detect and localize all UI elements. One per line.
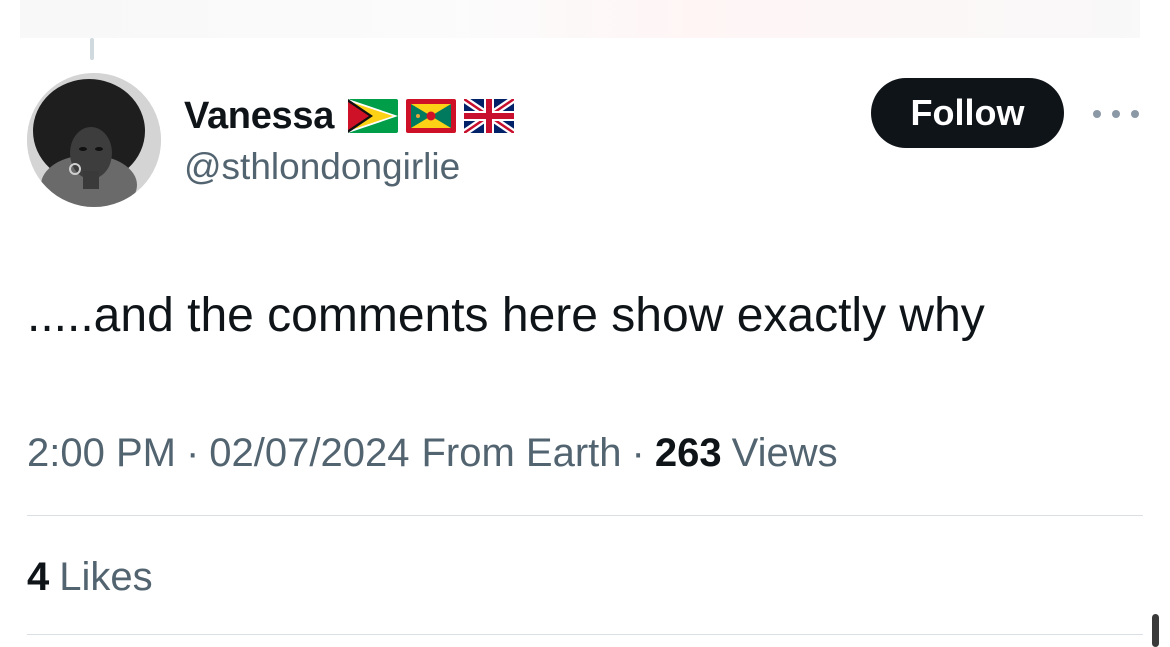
meta-separator: · <box>185 430 200 475</box>
tweet-source: From Earth <box>421 430 622 475</box>
guyana-flag-icon <box>348 99 399 133</box>
divider <box>27 515 1143 516</box>
tweet-text: .....and the comments here show exactly … <box>27 289 985 342</box>
tweet-time[interactable]: 2:00 PM <box>27 431 176 476</box>
flag-emojis <box>348 99 515 133</box>
author-display-name[interactable]: Vanessa <box>184 95 334 138</box>
meta-separator: · <box>631 430 645 475</box>
author-handle[interactable]: @sthlondongirlie <box>184 146 460 188</box>
likes-count[interactable]: 4 <box>27 555 49 600</box>
likes-link[interactable]: 4 Likes <box>27 553 153 601</box>
previous-content-fade <box>20 0 1140 38</box>
scrollbar-thumb[interactable] <box>1152 614 1159 647</box>
more-dot <box>1093 110 1101 118</box>
more-options-icon[interactable] <box>1093 104 1139 124</box>
follow-button[interactable]: Follow <box>871 78 1064 148</box>
tweet-date[interactable]: 02/07/2024 <box>209 431 409 476</box>
likes-label[interactable]: Likes <box>59 555 152 600</box>
divider <box>27 634 1143 635</box>
views-label[interactable]: Views <box>732 431 838 476</box>
uk-flag-icon <box>464 99 515 133</box>
avatar-photo <box>27 73 161 207</box>
views-count[interactable]: 263 <box>655 431 722 476</box>
thread-connector-line <box>90 38 94 60</box>
more-dot <box>1112 110 1120 118</box>
more-dot <box>1131 110 1139 118</box>
grenada-flag-icon <box>406 99 457 133</box>
avatar[interactable] <box>27 73 161 207</box>
author-name-row[interactable]: Vanessa <box>184 92 515 140</box>
tweet-metadata: 2:00 PM · 02/07/2024 From Earth · 263 Vi… <box>27 428 838 478</box>
